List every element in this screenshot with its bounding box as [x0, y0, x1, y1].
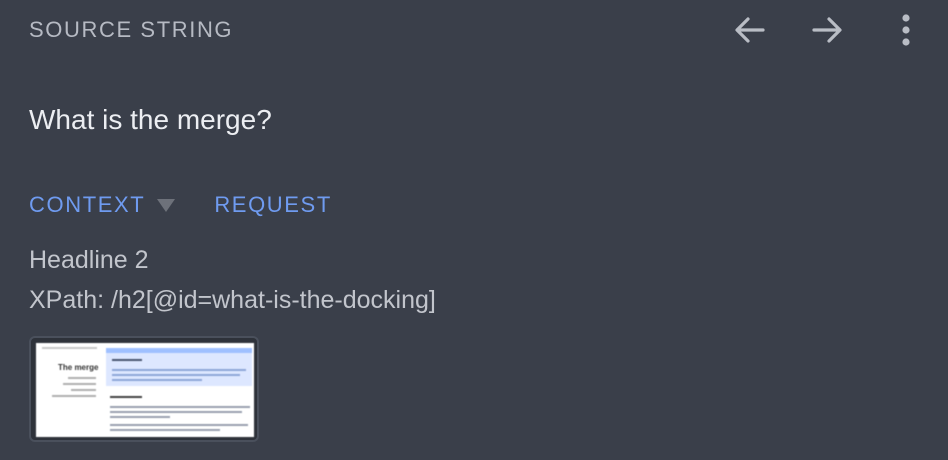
context-element-type: Headline 2 — [29, 246, 149, 274]
tab-request[interactable]: REQUEST — [214, 192, 332, 218]
thumbnail-text-line — [110, 406, 250, 408]
context-screenshot-thumbnail[interactable]: The merge — [29, 336, 259, 442]
thumbnail-subheading — [110, 396, 142, 398]
thumbnail-text-line — [112, 379, 202, 381]
thumbnail-text-line — [112, 359, 142, 361]
context-tabs: CONTEXT REQUEST — [29, 192, 332, 218]
thumbnail-text-line — [110, 416, 170, 418]
thumbnail-text-line — [112, 369, 246, 371]
thumbnail-text-line — [110, 411, 242, 413]
thumbnail-nav-link — [68, 377, 96, 379]
thumbnail-nav-link — [71, 389, 96, 391]
arrow-right-icon — [812, 17, 842, 43]
source-string-text: What is the merge? — [29, 104, 272, 135]
more-vertical-icon — [902, 14, 910, 46]
thumbnail-text-line — [112, 374, 240, 376]
thumbnail-nav-bar — [42, 347, 97, 349]
caret-down-icon[interactable] — [157, 198, 176, 212]
thumbnail-text-line — [110, 429, 220, 431]
arrow-left-icon — [735, 17, 765, 43]
thumbnail-highlight-strip — [106, 348, 252, 353]
tab-context[interactable]: CONTEXT — [29, 192, 145, 218]
thumbnail-text-line — [110, 424, 248, 426]
thumbnail-heading: The merge — [58, 363, 99, 372]
thumbnail-nav-link — [52, 395, 96, 397]
thumbnail-page-preview: The merge — [36, 343, 254, 437]
more-options-button[interactable] — [886, 10, 926, 50]
thumbnail-nav-link — [63, 383, 96, 385]
context-xpath: XPath: /h2[@id=what-is-the-docking] — [29, 286, 436, 314]
header-title: SOURCE STRING — [29, 17, 234, 42]
forward-button[interactable] — [807, 10, 847, 50]
back-button[interactable] — [730, 10, 770, 50]
